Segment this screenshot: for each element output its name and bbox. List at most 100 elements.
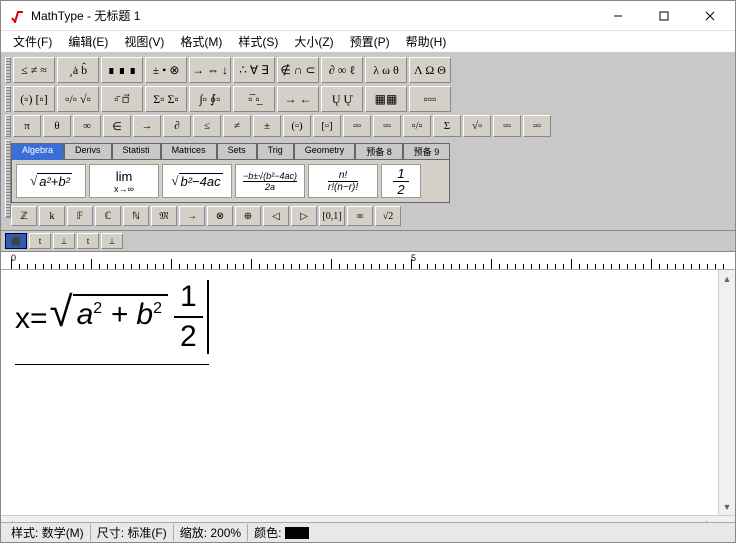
- tab-algebra[interactable]: Algebra: [11, 143, 64, 160]
- menu-file[interactable]: 文件(F): [5, 31, 60, 52]
- sym-accents[interactable]: ¸ȧ b̂: [57, 57, 99, 83]
- sym-greek-low[interactable]: λ ω θ: [365, 57, 407, 83]
- tab-matrices[interactable]: Matrices: [161, 143, 217, 160]
- tmpl-frac-root[interactable]: ▫/▫ √▫: [57, 86, 99, 112]
- align-tab-1[interactable]: ⬛: [5, 233, 27, 249]
- menu-view[interactable]: 视图(V): [116, 31, 172, 52]
- align-tab-2[interactable]: t: [29, 233, 51, 249]
- tab-trig[interactable]: Trig: [257, 143, 294, 160]
- sym-logic[interactable]: ∴ ∀ ∃: [233, 57, 275, 83]
- menu-size[interactable]: 大小(Z): [286, 31, 341, 52]
- tmpl-bracket[interactable]: [▫]: [313, 115, 341, 137]
- sym-arrow[interactable]: →: [179, 206, 205, 226]
- tmpl-fences[interactable]: (▫) [▫]: [13, 86, 55, 112]
- template-tabs: Algebra Derivs Statisti Matrices Sets Tr…: [11, 142, 450, 159]
- sym-inf[interactable]: ∞: [347, 206, 373, 226]
- tmpl-onehalf[interactable]: 12: [381, 164, 421, 198]
- tmpl-boxes[interactable]: ▫▫▫: [409, 86, 451, 112]
- sym-k[interactable]: k: [39, 206, 65, 226]
- sym-integers[interactable]: ℤ: [11, 206, 37, 226]
- minimize-button[interactable]: [595, 2, 641, 30]
- tmpl-bars[interactable]: ▫̅ ▫̲: [233, 86, 275, 112]
- tmpl-sup[interactable]: ▫▫: [343, 115, 371, 137]
- align-tab-3[interactable]: ⊥: [53, 233, 75, 249]
- tmpl-sqrt[interactable]: √▫: [463, 115, 491, 137]
- sym-relations[interactable]: ≤ ≠ ≈: [13, 57, 55, 83]
- tab-statisti[interactable]: Statisti: [112, 143, 161, 160]
- menu-style[interactable]: 样式(S): [230, 31, 286, 52]
- tmpl-integrals[interactable]: ∫▫ ∮▫: [189, 86, 231, 112]
- tab-preset9[interactable]: 预备 9: [403, 143, 451, 160]
- tmpl-matrix[interactable]: ▦▦: [365, 86, 407, 112]
- radicand: a2 + b2: [73, 294, 168, 332]
- status-zoom[interactable]: 缩放: 200%: [174, 524, 248, 541]
- tmpl-over-under[interactable]: ▫̄ ▫⃗: [101, 86, 143, 112]
- ruler[interactable]: 0 5: [1, 252, 735, 270]
- sym-arrows[interactable]: → ⇔ ↓: [189, 57, 231, 83]
- statusbar: 样式: 数学(M) 尺寸: 标准(F) 缩放: 200% 颜色:: [1, 522, 735, 542]
- tmpl-limit[interactable]: limx→∞: [89, 164, 159, 198]
- align-tab-4[interactable]: t: [77, 233, 99, 249]
- tmpl-sub[interactable]: ▫▫: [373, 115, 401, 137]
- tmpl-sums[interactable]: Σ▫ Σ▫: [145, 86, 187, 112]
- sym-complex[interactable]: ℂ: [95, 206, 121, 226]
- tmpl-sum[interactable]: Σ: [433, 115, 461, 137]
- tmpl-frac[interactable]: ▫/▫: [403, 115, 431, 137]
- sym-naturals[interactable]: ℕ: [123, 206, 149, 226]
- sym-sqrt2[interactable]: √2: [375, 206, 401, 226]
- vertical-scrollbar[interactable]: ▲ ▼: [718, 270, 735, 515]
- sym-spaces[interactable]: ∎ ∎ ∎: [101, 57, 143, 83]
- menu-prefs[interactable]: 预置(P): [342, 31, 398, 52]
- toolbar-handle[interactable]: [5, 57, 11, 83]
- tab-sets[interactable]: Sets: [217, 143, 257, 160]
- tmpl-pythag[interactable]: √a²+b²: [16, 164, 86, 198]
- tmpl-discriminant[interactable]: √b²−4ac: [162, 164, 232, 198]
- sym-oplus[interactable]: ⊕: [235, 206, 261, 226]
- tab-preset8[interactable]: 预备 8: [355, 143, 403, 160]
- toolbar-handle[interactable]: [5, 86, 11, 112]
- status-size[interactable]: 尺寸: 标准(F): [91, 524, 174, 541]
- sym-sets[interactable]: ∉ ∩ ⊂: [277, 57, 319, 83]
- sym-greek-up[interactable]: Λ Ω Θ: [409, 57, 451, 83]
- tmpl-paren[interactable]: (▫): [283, 115, 311, 137]
- tmpl-subsup[interactable]: ▫▫: [493, 115, 521, 137]
- maximize-button[interactable]: [641, 2, 687, 30]
- sym-partial[interactable]: ∂: [163, 115, 191, 137]
- scroll-down-icon[interactable]: ▼: [719, 498, 735, 515]
- sym-theta[interactable]: θ: [43, 115, 71, 137]
- menu-format[interactable]: 格式(M): [172, 31, 230, 52]
- sym-m[interactable]: 𝔐: [151, 206, 177, 226]
- sym-rightarrow[interactable]: →: [133, 115, 161, 137]
- tab-derivs[interactable]: Derivs: [64, 143, 112, 160]
- sym-element[interactable]: ∈: [103, 115, 131, 137]
- mini-symbol-row: ℤ k 𝔽 ℂ ℕ 𝔐 → ⊗ ⊕ ◁ ▷ [0,1] ∞ √2: [11, 206, 450, 226]
- menu-help[interactable]: 帮助(H): [398, 31, 455, 52]
- tmpl-products[interactable]: Ų Ų̇: [321, 86, 363, 112]
- sym-leq[interactable]: ≤: [193, 115, 221, 137]
- equation-editor[interactable]: x= √ a2 + b2 1 2: [1, 270, 718, 515]
- sym-pi[interactable]: π: [13, 115, 41, 137]
- sym-neq[interactable]: ≠: [223, 115, 251, 137]
- tmpl-combination[interactable]: n!r!(n−r)!: [308, 164, 378, 198]
- sym-interval[interactable]: [0,1]: [319, 206, 345, 226]
- tab-geometry[interactable]: Geometry: [294, 143, 356, 160]
- status-style[interactable]: 样式: 数学(M): [5, 524, 91, 541]
- menu-edit[interactable]: 编辑(E): [60, 31, 116, 52]
- sym-field[interactable]: 𝔽: [67, 206, 93, 226]
- toolbar-handle[interactable]: [5, 115, 11, 137]
- sym-operators[interactable]: ± • ⊗: [145, 57, 187, 83]
- sym-infinity[interactable]: ∞: [73, 115, 101, 137]
- sym-pm[interactable]: ±: [253, 115, 281, 137]
- sym-triangleright[interactable]: ▷: [291, 206, 317, 226]
- align-tab-5[interactable]: ⊥: [101, 233, 123, 249]
- status-color[interactable]: 颜色:: [248, 524, 315, 541]
- scroll-up-icon[interactable]: ▲: [719, 270, 735, 287]
- tmpl-quadratic[interactable]: −b±√(b²−4ac)2a: [235, 164, 305, 198]
- tmpl-arrows[interactable]: → ←: [277, 86, 319, 112]
- titlebar: MathType - 无标题 1: [1, 1, 735, 31]
- sym-triangleleft[interactable]: ◁: [263, 206, 289, 226]
- sym-calc[interactable]: ∂ ∞ ℓ: [321, 57, 363, 83]
- sym-tensor[interactable]: ⊗: [207, 206, 233, 226]
- close-button[interactable]: [687, 2, 733, 30]
- tmpl-script[interactable]: ▫▫: [523, 115, 551, 137]
